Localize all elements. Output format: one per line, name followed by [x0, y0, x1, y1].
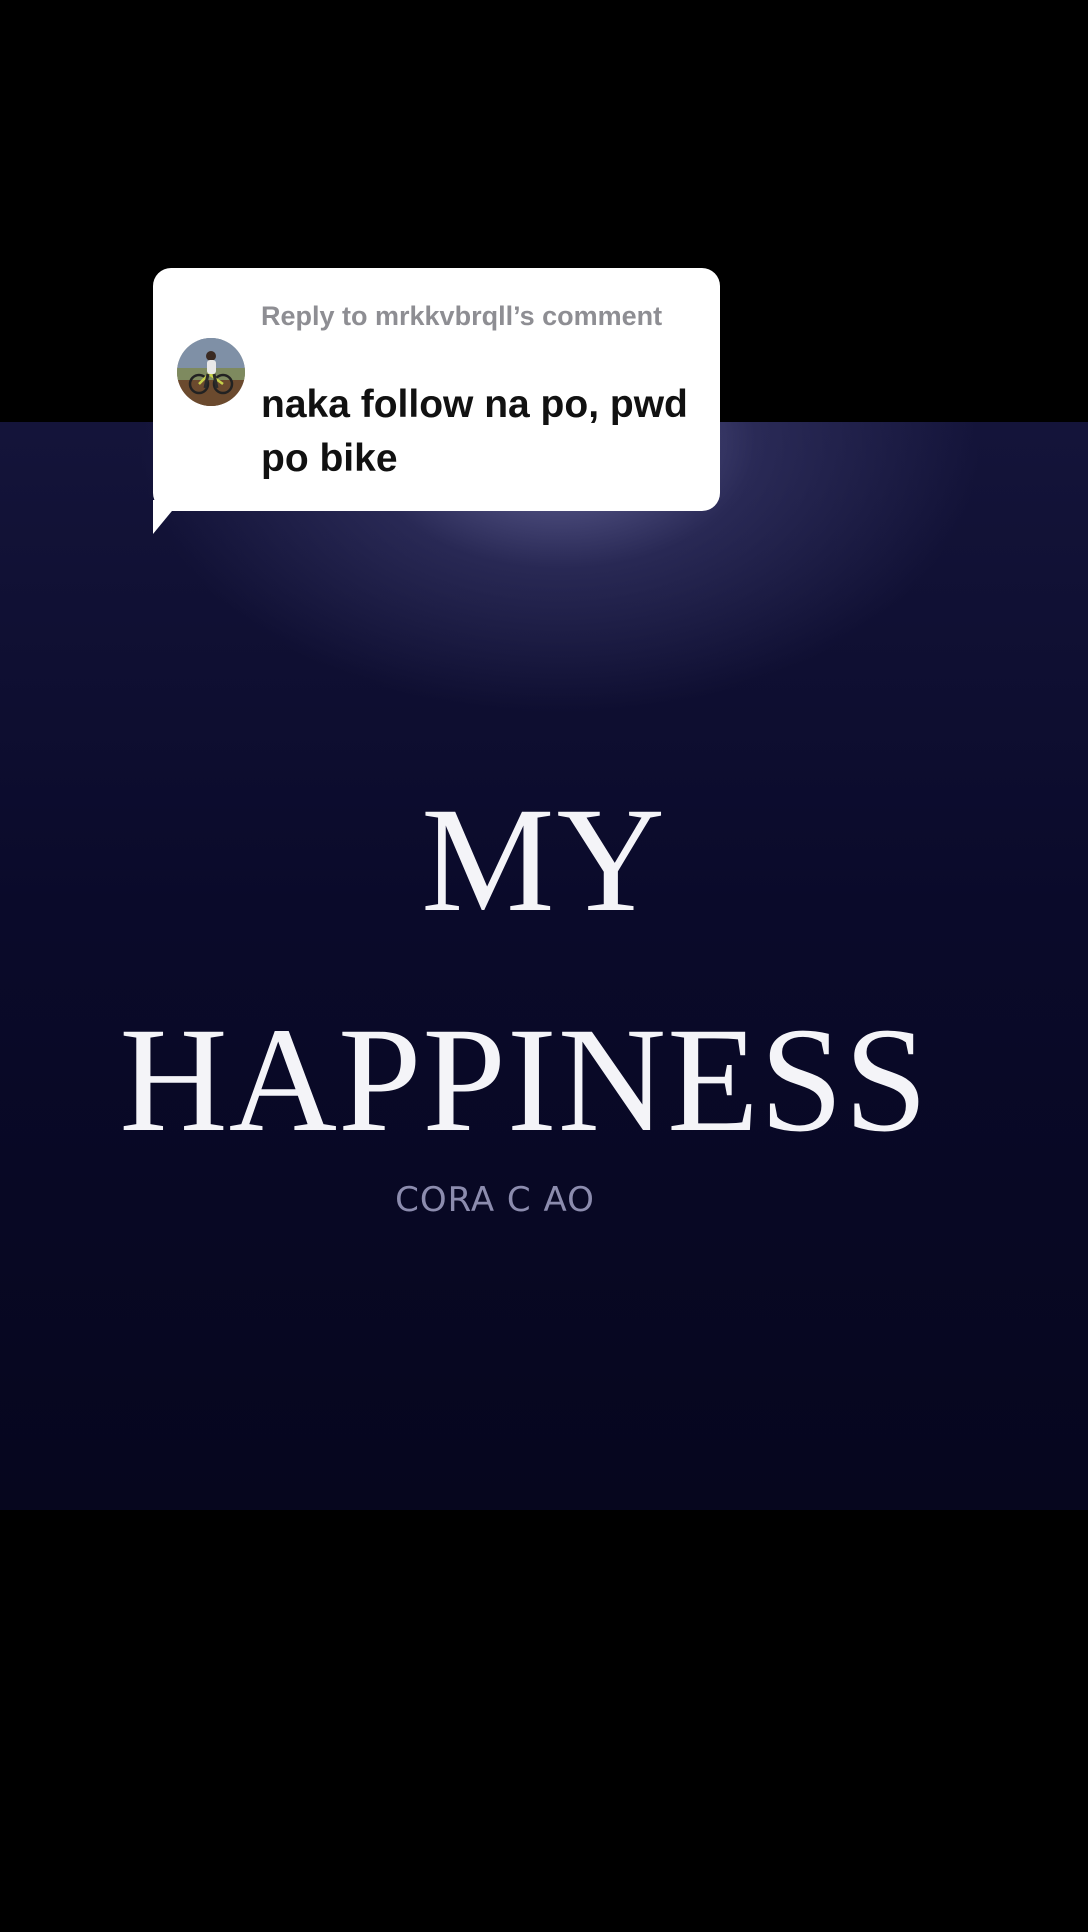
bottom-letterbox [0, 1510, 1088, 1932]
credit-text: CORA C AO [395, 1180, 595, 1220]
commenter-avatar[interactable] [177, 338, 245, 406]
cyclist-photo-icon [177, 338, 245, 406]
title-line-2: HAPPINESS [119, 997, 929, 1163]
reply-comment-text: naka follow na po, pwd po bike [261, 383, 688, 480]
title-line-1: MY [421, 777, 667, 943]
video-frame [0, 422, 1088, 1510]
reply-comment-sticker[interactable]: Reply to mrkkvbrqll’s comment naka follo… [153, 268, 720, 511]
reply-header: Reply to mrkkvbrqll’s comment [261, 301, 663, 331]
